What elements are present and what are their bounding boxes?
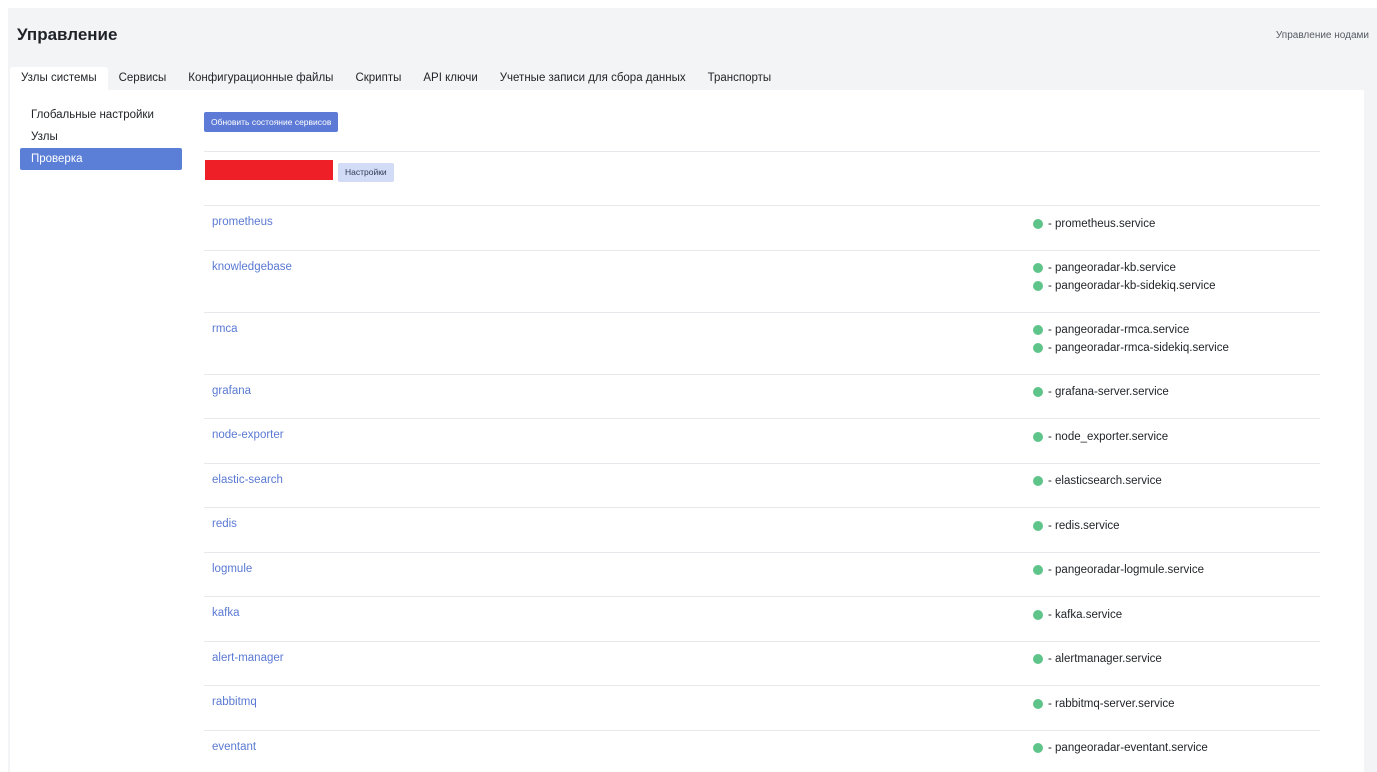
status-dot-icon	[1033, 520, 1043, 531]
service-unit-label: - redis.service	[1048, 519, 1120, 532]
service-units: - elasticsearch.service	[1033, 473, 1162, 491]
service-unit: - node_exporter.service	[1033, 428, 1168, 446]
status-dot-icon	[1033, 565, 1043, 576]
service-unit-label: - pangeoradar-kb.service	[1048, 262, 1176, 275]
table-row: prometheus - prometheus.service	[204, 205, 1320, 250]
service-name-link[interactable]: node-exporter	[212, 429, 284, 441]
service-units: - kafka.service	[1033, 606, 1122, 624]
table-row: eventant - pangeoradar-eventant.service	[204, 730, 1320, 772]
status-dot-icon	[1033, 263, 1043, 274]
table-row: logmule - pangeoradar-logmule.service	[204, 552, 1320, 597]
service-unit: - pangeoradar-kb.service	[1033, 260, 1215, 278]
service-name-link[interactable]: knowledgebase	[212, 261, 292, 273]
settings-button[interactable]: Настройки	[338, 163, 394, 182]
tab-transports[interactable]: Транспорты	[697, 67, 783, 90]
service-units: - prometheus.service	[1033, 215, 1155, 233]
service-unit: - kafka.service	[1033, 606, 1122, 624]
service-unit-label: - grafana-server.service	[1048, 386, 1169, 399]
service-name-link[interactable]: grafana	[212, 385, 251, 397]
main-panel: Глобальные настройки Узлы Проверка Обнов…	[10, 90, 1364, 772]
divider	[204, 151, 1320, 152]
service-unit: - elasticsearch.service	[1033, 473, 1162, 491]
service-name-link[interactable]: prometheus	[212, 216, 273, 228]
tab-collection-accounts[interactable]: Учетные записи для сбора данных	[489, 67, 697, 90]
service-unit-label: - elasticsearch.service	[1048, 475, 1162, 488]
tab-services[interactable]: Сервисы	[108, 67, 178, 90]
service-unit-label: - pangeoradar-logmule.service	[1048, 564, 1204, 577]
table-row: elastic-search - elasticsearch.service	[204, 463, 1320, 508]
service-unit: - pangeoradar-kb-sidekiq.service	[1033, 277, 1215, 295]
tab-bar: Узлы системы Сервисы Конфигурационные фа…	[10, 67, 782, 90]
service-unit: - grafana-server.service	[1033, 384, 1169, 402]
tab-scripts[interactable]: Скрипты	[344, 67, 412, 90]
service-units: - redis.service	[1033, 517, 1120, 535]
service-unit: - rabbitmq-server.service	[1033, 695, 1175, 713]
service-name-link[interactable]: redis	[212, 518, 237, 530]
status-dot-icon	[1033, 218, 1043, 229]
table-row: knowledgebase - pangeoradar-kb.service - p…	[204, 250, 1320, 312]
sidebar-item-global-settings[interactable]: Глобальные настройки	[20, 104, 182, 126]
service-unit-label: - pangeoradar-kb-sidekiq.service	[1048, 279, 1216, 292]
service-unit-label: - alertmanager.service	[1048, 653, 1162, 666]
service-units: - rabbitmq-server.service	[1033, 695, 1175, 713]
service-unit-label: - pangeoradar-rmca.service	[1048, 324, 1190, 337]
service-name-link[interactable]: elastic-search	[212, 474, 283, 486]
service-name-link[interactable]: rabbitmq	[212, 696, 257, 708]
service-units: - pangeoradar-kb.service - pangeoradar-kb…	[1033, 260, 1215, 295]
service-name-link[interactable]: rmca	[212, 323, 238, 335]
sidebar-item-nodes[interactable]: Узлы	[20, 126, 182, 148]
service-unit: - alertmanager.service	[1033, 651, 1162, 669]
service-unit: - prometheus.service	[1033, 215, 1155, 233]
tab-config-files[interactable]: Конфигурационные файлы	[177, 67, 344, 90]
tab-api-keys[interactable]: API ключи	[412, 67, 488, 90]
service-name-link[interactable]: logmule	[212, 563, 252, 575]
service-unit-label: - rabbitmq-server.service	[1048, 697, 1175, 710]
page-header: Управление Управление нодами	[8, 8, 1377, 62]
service-unit: - pangeoradar-rmca.service	[1033, 322, 1229, 340]
manage-nodes-link[interactable]: Управление нодами	[1276, 30, 1369, 41]
sidebar: Глобальные настройки Узлы Проверка	[20, 104, 182, 170]
status-dot-icon	[1033, 476, 1043, 487]
status-dot-icon	[1033, 280, 1043, 291]
service-unit: - pangeoradar-eventant.service	[1033, 740, 1208, 758]
page-title: Управление	[17, 25, 118, 44]
table-row: alert-manager - alertmanager.service	[204, 641, 1320, 686]
service-unit-label: - prometheus.service	[1048, 217, 1156, 230]
table-row: node-exporter - node_exporter.service	[204, 418, 1320, 463]
service-name-link[interactable]: alert-manager	[212, 652, 284, 664]
status-dot-icon	[1033, 431, 1043, 442]
service-units: - pangeoradar-eventant.service	[1033, 740, 1208, 758]
status-dot-icon	[1033, 325, 1043, 336]
status-dot-icon	[1033, 698, 1043, 709]
status-dot-icon	[1033, 387, 1043, 398]
table-row: redis - redis.service	[204, 507, 1320, 552]
service-unit: - pangeoradar-rmca-sidekiq.service	[1033, 339, 1229, 357]
service-unit-label: - node_exporter.service	[1048, 430, 1169, 443]
service-units: - node_exporter.service	[1033, 428, 1168, 446]
status-dot-icon	[1033, 654, 1043, 665]
status-dot-icon	[1033, 342, 1043, 353]
service-units: - grafana-server.service	[1033, 384, 1169, 402]
service-unit-label: - pangeoradar-rmca-sidekiq.service	[1048, 341, 1229, 354]
tab-system-nodes[interactable]: Узлы системы	[10, 67, 108, 90]
table-row: rmca - pangeoradar-rmca.service - pangeora…	[204, 312, 1320, 374]
table-row: kafka - kafka.service	[204, 596, 1320, 641]
status-dot-icon	[1033, 743, 1043, 754]
redacted-field	[205, 160, 333, 180]
service-name-link[interactable]: eventant	[212, 741, 256, 753]
table-row: grafana - grafana-server.service	[204, 374, 1320, 419]
service-unit-label: - kafka.service	[1048, 608, 1123, 621]
sidebar-item-check[interactable]: Проверка	[20, 148, 182, 170]
service-units: - alertmanager.service	[1033, 651, 1162, 669]
table-row: rabbitmq - rabbitmq-server.service	[204, 685, 1320, 730]
service-unit-label: - pangeoradar-eventant.service	[1048, 742, 1208, 755]
service-unit: - pangeoradar-logmule.service	[1033, 562, 1204, 580]
service-units: - pangeoradar-rmca.service - pangeoradar-…	[1033, 322, 1229, 357]
service-name-link[interactable]: kafka	[212, 607, 240, 619]
status-dot-icon	[1033, 609, 1043, 620]
refresh-services-button[interactable]: Обновить состояние сервисов	[204, 112, 339, 132]
service-unit: - redis.service	[1033, 517, 1120, 535]
service-units: - pangeoradar-logmule.service	[1033, 562, 1204, 580]
